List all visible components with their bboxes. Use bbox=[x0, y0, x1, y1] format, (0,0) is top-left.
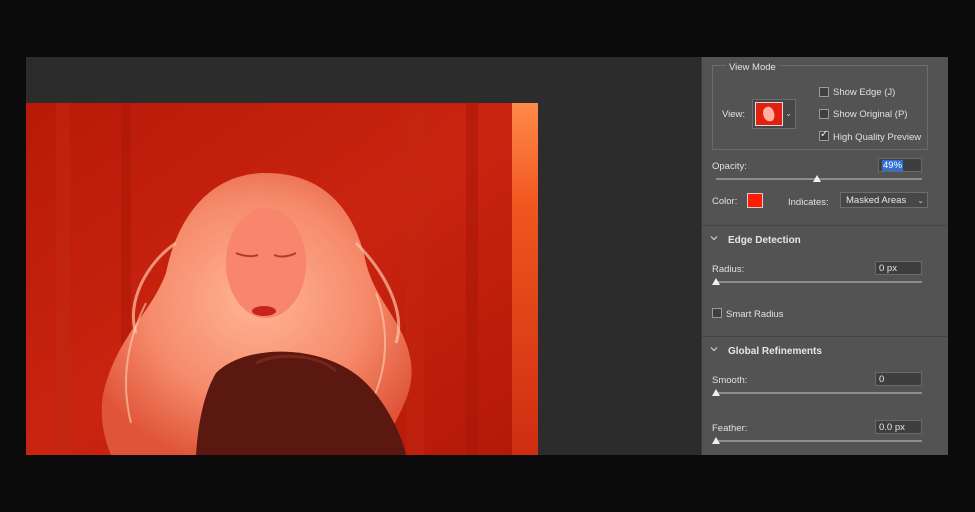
feather-value: 0.0 px bbox=[879, 422, 905, 433]
show-edge-label: Show Edge (J) bbox=[833, 87, 896, 98]
view-mode-dropdown[interactable]: ⌄ bbox=[752, 99, 796, 129]
indicates-label: Indicates: bbox=[788, 197, 829, 208]
feather-slider-thumb[interactable] bbox=[712, 437, 720, 444]
show-edge-checkbox[interactable] bbox=[819, 87, 829, 97]
radius-value: 0 px bbox=[879, 263, 897, 274]
smooth-label: Smooth: bbox=[712, 375, 748, 386]
edge-detection-header[interactable]: Edge Detection bbox=[702, 225, 948, 253]
indicates-dropdown[interactable]: Masked Areas ⌄ bbox=[840, 192, 928, 208]
feather-slider-track[interactable] bbox=[716, 440, 922, 442]
masked-portrait-image bbox=[26, 103, 538, 455]
global-refinements-title: Global Refinements bbox=[728, 346, 822, 357]
properties-panel: View Mode View: ⌄ Show Edge (J) Show Ori… bbox=[701, 57, 948, 455]
chevron-down-icon bbox=[710, 347, 718, 352]
radius-field[interactable]: 0 px bbox=[875, 261, 922, 275]
chevron-down-icon: ⌄ bbox=[785, 109, 792, 118]
radius-label: Radius: bbox=[712, 264, 745, 275]
smart-radius-label: Smart Radius bbox=[726, 309, 784, 320]
view-label: View: bbox=[722, 109, 746, 120]
canvas-area[interactable] bbox=[26, 57, 700, 455]
high-quality-preview-label: High Quality Preview bbox=[833, 132, 922, 143]
smart-radius-checkbox[interactable] bbox=[712, 308, 722, 318]
indicates-selected: Masked Areas bbox=[846, 195, 907, 206]
overlay-view-thumbnail bbox=[755, 102, 783, 126]
opacity-value: 49% bbox=[882, 160, 904, 171]
opacity-slider-thumb[interactable] bbox=[812, 175, 821, 182]
color-label: Color: bbox=[712, 196, 738, 207]
document-image[interactable] bbox=[26, 103, 538, 455]
smooth-slider-track[interactable] bbox=[716, 392, 922, 394]
feather-label: Feather: bbox=[712, 423, 748, 434]
edge-detection-title: Edge Detection bbox=[728, 235, 801, 246]
opacity-field[interactable]: 49% bbox=[878, 158, 922, 172]
high-quality-preview-checkbox[interactable] bbox=[819, 129, 829, 141]
radius-slider-thumb[interactable] bbox=[712, 278, 720, 285]
refine-edge-window: View Mode View: ⌄ Show Edge (J) Show Ori… bbox=[26, 57, 948, 455]
opacity-label: Opacity: bbox=[712, 161, 747, 172]
radius-slider-track[interactable] bbox=[716, 281, 922, 283]
smooth-value: 0 bbox=[879, 374, 885, 385]
view-mode-title: View Mode bbox=[726, 62, 779, 73]
chevron-down-icon: ⌄ bbox=[917, 196, 924, 205]
global-refinements-header[interactable]: Global Refinements bbox=[702, 336, 948, 364]
smooth-field[interactable]: 0 bbox=[875, 372, 922, 386]
show-original-checkbox[interactable] bbox=[819, 109, 829, 119]
show-original-label: Show Original (P) bbox=[833, 109, 908, 120]
smooth-slider-thumb[interactable] bbox=[712, 389, 720, 396]
feather-field[interactable]: 0.0 px bbox=[875, 420, 922, 434]
color-swatch[interactable] bbox=[747, 193, 763, 208]
chevron-down-icon bbox=[710, 236, 718, 241]
